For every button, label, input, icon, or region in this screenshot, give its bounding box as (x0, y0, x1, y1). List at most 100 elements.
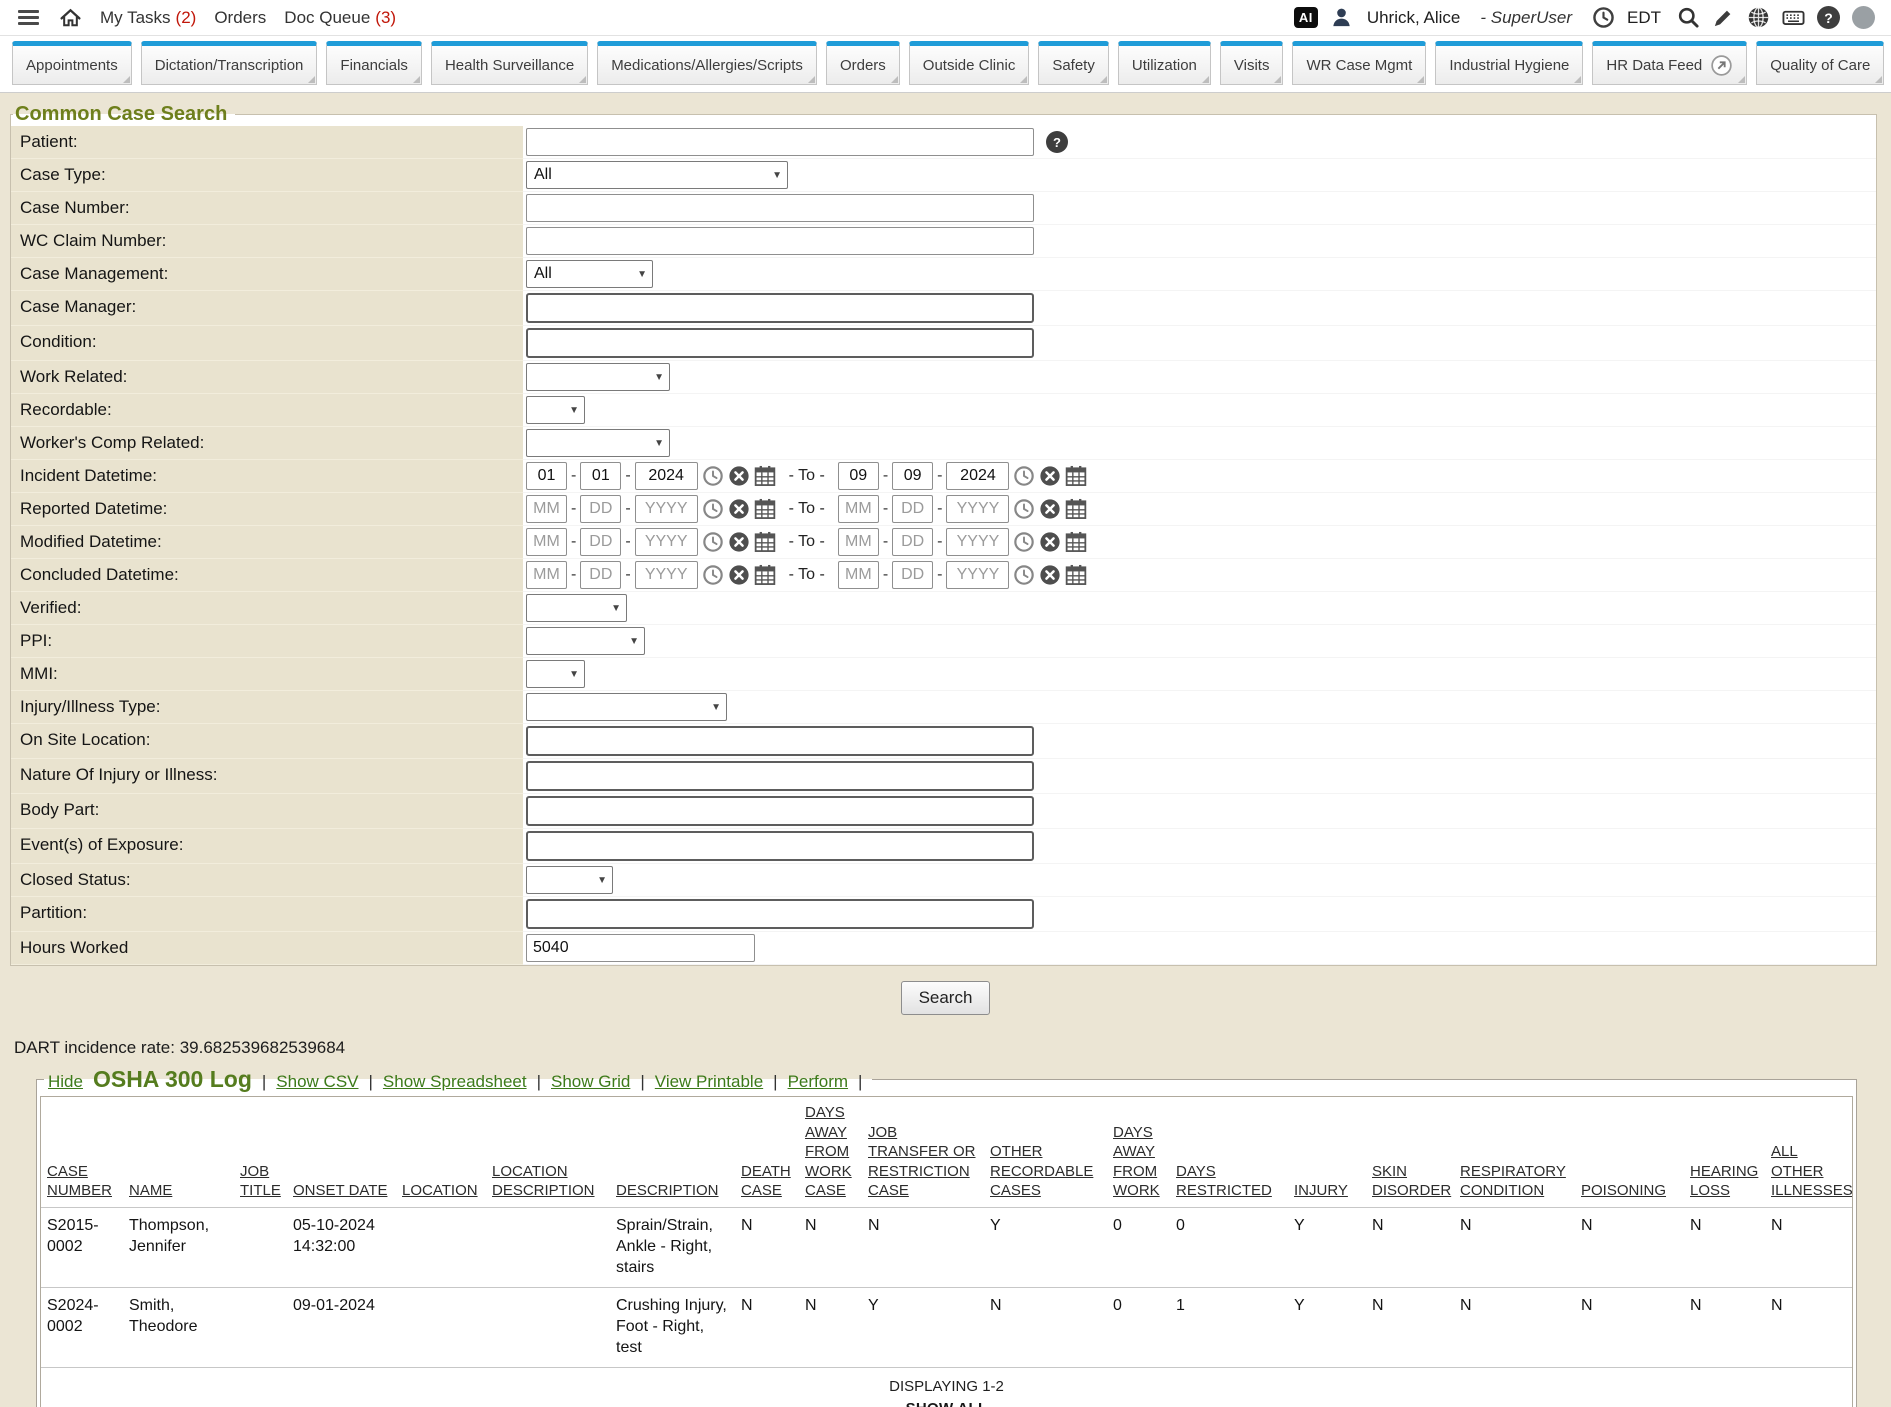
sort-link[interactable]: DEATH CASE (741, 1163, 791, 1200)
clear-icon[interactable] (728, 498, 750, 520)
case-number-input[interactable] (526, 194, 1034, 222)
mmi-select[interactable]: ▼ (526, 660, 585, 688)
reported-to-year-input[interactable] (946, 495, 1009, 523)
condition-input[interactable] (526, 328, 1034, 358)
orders-link[interactable]: Orders (214, 8, 266, 28)
incident-from-day-input[interactable] (580, 462, 621, 490)
clock-icon[interactable] (1592, 6, 1615, 29)
perform-link[interactable]: Perform (788, 1072, 848, 1092)
concluded-from-day-input[interactable] (580, 561, 621, 589)
tab-hr-data-feed[interactable]: HR Data Feed (1592, 41, 1747, 85)
wc-claim-number-input[interactable] (526, 227, 1034, 255)
modified-to-day-input[interactable] (892, 528, 933, 556)
injury-illness-type-select[interactable]: ▼ (526, 693, 727, 721)
concluded-to-year-input[interactable] (946, 561, 1009, 589)
sort-link[interactable]: POISONING (1581, 1182, 1666, 1199)
tab-industrial-hygiene[interactable]: Industrial Hygiene (1435, 41, 1583, 85)
clock-icon[interactable] (1013, 465, 1035, 487)
reported-from-day-input[interactable] (580, 495, 621, 523)
view-printable-link[interactable]: View Printable (655, 1072, 763, 1092)
calendar-icon[interactable] (754, 465, 776, 487)
recordable-select[interactable]: ▼ (526, 396, 585, 424)
clear-icon[interactable] (728, 465, 750, 487)
incident-from-month-input[interactable] (526, 462, 567, 490)
sort-link[interactable]: ALL OTHER ILLNESSES (1771, 1143, 1852, 1199)
modified-to-month-input[interactable] (838, 528, 879, 556)
tab-medications-allergies-scripts[interactable]: Medications/Allergies/Scripts (597, 41, 817, 85)
sort-link[interactable]: OTHER RECORDABLE CASES (990, 1143, 1093, 1199)
sort-link[interactable]: CASE NUMBER (47, 1163, 112, 1200)
reported-from-year-input[interactable] (635, 495, 698, 523)
sort-link[interactable]: JOB TITLE (240, 1163, 281, 1200)
search-icon[interactable] (1677, 6, 1700, 29)
clear-icon[interactable] (1039, 531, 1061, 553)
incident-to-year-input[interactable] (946, 462, 1009, 490)
concluded-to-day-input[interactable] (892, 561, 933, 589)
hide-link[interactable]: Hide (48, 1072, 83, 1092)
patient-input[interactable] (526, 128, 1034, 156)
clock-icon[interactable] (1013, 498, 1035, 520)
reported-to-month-input[interactable] (838, 495, 879, 523)
tab-safety[interactable]: Safety (1038, 41, 1109, 85)
concluded-from-month-input[interactable] (526, 561, 567, 589)
reported-from-month-input[interactable] (526, 495, 567, 523)
work-related-select[interactable]: ▼ (526, 363, 670, 391)
modified-from-month-input[interactable] (526, 528, 567, 556)
patient-help-icon[interactable]: ? (1046, 131, 1068, 153)
nature-of-injury-input[interactable] (526, 761, 1034, 791)
sort-link[interactable]: RESPIRATORY CONDITION (1460, 1163, 1566, 1200)
incident-to-day-input[interactable] (892, 462, 933, 490)
doc-queue-link[interactable]: Doc Queue (3) (284, 8, 396, 28)
sort-link[interactable]: LOCATION DESCRIPTION (492, 1163, 595, 1200)
clock-icon[interactable] (702, 498, 724, 520)
clock-icon[interactable] (702, 531, 724, 553)
show-all-link[interactable]: SHOW ALL (906, 1400, 988, 1407)
tab-appointments[interactable]: Appointments (12, 41, 132, 85)
clock-icon[interactable] (702, 465, 724, 487)
search-button[interactable]: Search (901, 981, 991, 1015)
calendar-icon[interactable] (1065, 564, 1087, 586)
keyboard-icon[interactable] (1782, 6, 1805, 29)
tab-financials[interactable]: Financials (326, 41, 422, 85)
case-type-select[interactable]: All ▼ (526, 161, 788, 189)
sort-link[interactable]: HEARING LOSS (1690, 1163, 1758, 1200)
partition-input[interactable] (526, 899, 1034, 929)
tab-orders[interactable]: Orders (826, 41, 900, 85)
tab-quality-of-care[interactable]: Quality of Care (1756, 41, 1884, 85)
calendar-icon[interactable] (754, 564, 776, 586)
concluded-to-month-input[interactable] (838, 561, 879, 589)
sort-link[interactable]: ONSET DATE (293, 1182, 387, 1199)
tab-health-surveillance[interactable]: Health Surveillance (431, 41, 588, 85)
sort-link[interactable]: DAYS AWAY FROM WORK CASE (805, 1104, 852, 1199)
sort-link[interactable]: NAME (129, 1182, 172, 1199)
ai-badge[interactable]: AI (1294, 7, 1318, 28)
home-icon[interactable] (59, 6, 82, 29)
concluded-from-year-input[interactable] (635, 561, 698, 589)
calendar-icon[interactable] (754, 531, 776, 553)
calendar-icon[interactable] (754, 498, 776, 520)
case-manager-input[interactable] (526, 293, 1034, 323)
user-name[interactable]: Uhrick, Alice (1367, 8, 1461, 28)
clear-icon[interactable] (1039, 564, 1061, 586)
calendar-icon[interactable] (1065, 531, 1087, 553)
status-circle-icon[interactable] (1852, 6, 1875, 29)
globe-icon[interactable] (1747, 6, 1770, 29)
clear-icon[interactable] (1039, 465, 1061, 487)
events-of-exposure-input[interactable] (526, 831, 1034, 861)
help-icon[interactable]: ? (1817, 6, 1840, 29)
incident-to-month-input[interactable] (838, 462, 879, 490)
show-grid-link[interactable]: Show Grid (551, 1072, 630, 1092)
closed-status-select[interactable]: ▼ (526, 866, 613, 894)
sort-link[interactable]: SKIN DISORDER (1372, 1163, 1451, 1200)
calendar-icon[interactable] (1065, 465, 1087, 487)
on-site-location-input[interactable] (526, 726, 1034, 756)
clear-icon[interactable] (728, 531, 750, 553)
sort-link[interactable]: LOCATION (402, 1182, 478, 1199)
sort-link[interactable]: DESCRIPTION (616, 1182, 719, 1199)
clock-icon[interactable] (1013, 531, 1035, 553)
hamburger-menu-icon[interactable] (16, 8, 41, 27)
case-management-select[interactable]: All ▼ (526, 260, 653, 288)
tab-visits[interactable]: Visits (1220, 41, 1284, 85)
calendar-icon[interactable] (1065, 498, 1087, 520)
sort-link[interactable]: DAYS RESTRICTED (1176, 1163, 1272, 1200)
